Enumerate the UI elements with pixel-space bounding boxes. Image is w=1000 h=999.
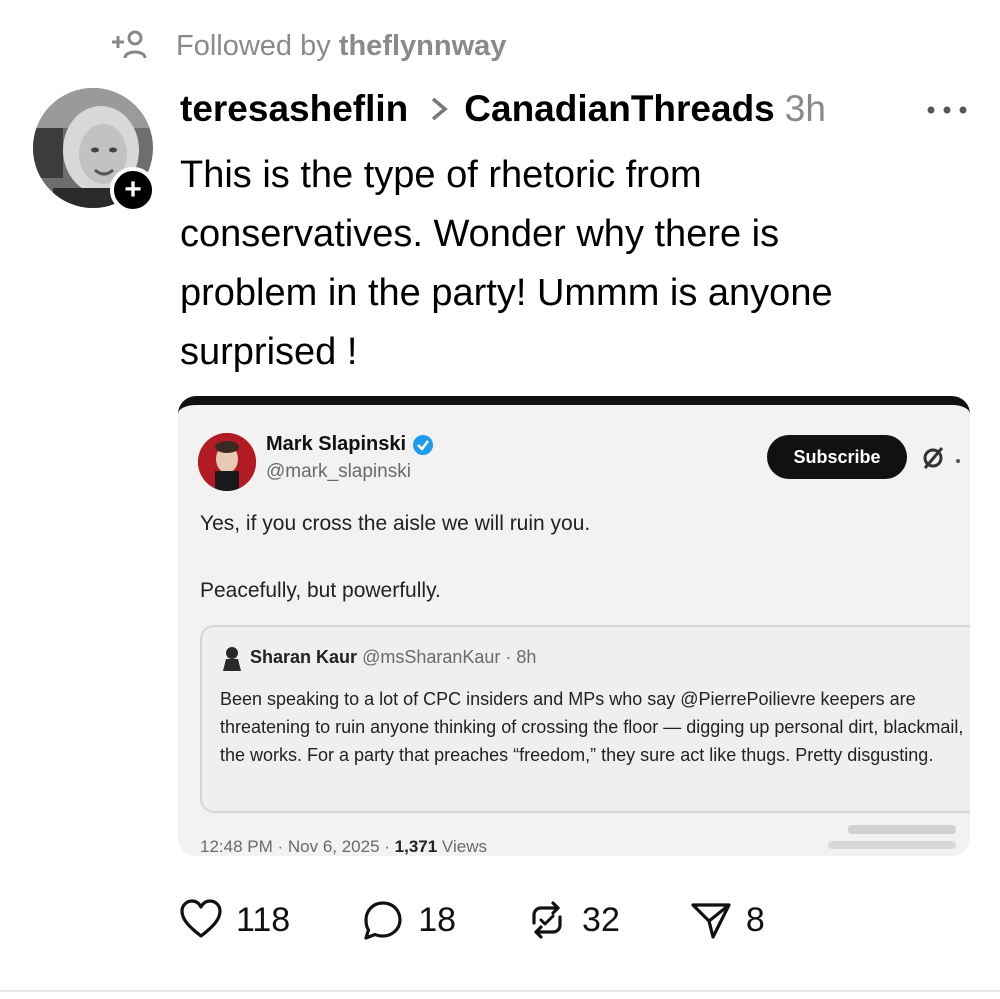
embed-time-text: 12:48 PM · Nov 6, 2025 · (200, 837, 395, 856)
embed-author-handle: @mark_slapinski (266, 461, 411, 482)
quote-author-name: Sharan Kaur (250, 647, 358, 667)
followed-by-user[interactable]: theflynnway (339, 30, 507, 63)
verified-icon (413, 434, 434, 455)
embedded-image[interactable]: Mark Slapinski @mark_slapinski Subscribe… (178, 396, 970, 856)
quote-author-meta: @msSharanKaur · 8h (362, 647, 537, 667)
post-community[interactable]: CanadianThreads (464, 88, 774, 130)
quote-text: Been speaking to a lot of CPC insiders a… (220, 689, 964, 765)
embed-text-line2: Peacefully, but powerfully. (200, 579, 441, 602)
share-icon (691, 903, 731, 939)
repost-button[interactable]: 32 (524, 897, 620, 943)
like-button[interactable]: 118 (178, 897, 290, 943)
repost-count: 32 (582, 900, 620, 939)
grok-icon (923, 447, 944, 469)
action-bar: 118 18 32 8 (178, 895, 765, 945)
more-icon[interactable] (922, 96, 972, 124)
reply-icon (364, 901, 402, 940)
quote-author-avatar (223, 647, 241, 671)
follow-plus-button[interactable]: + (110, 167, 156, 213)
heart-icon (180, 899, 222, 938)
embed-author-name: Mark Slapinski (266, 433, 407, 455)
embed-timestamp: 12:48 PM · Nov 6, 2025 · 1,371 Views (200, 837, 487, 856)
repost-icon (532, 901, 562, 939)
reply-count: 18 (418, 900, 457, 939)
watermark-image (828, 825, 956, 849)
like-count: 118 (236, 900, 291, 939)
follow-icon (112, 30, 147, 59)
followed-by-prefix: Followed by (176, 29, 331, 62)
post-time: 3h (784, 88, 826, 129)
embed-more-dot (956, 459, 960, 463)
post-header: teresasheflin CanadianThreads 3h (180, 84, 826, 134)
embed-views-count: 1,371 (394, 837, 438, 856)
embed-author-avatar (198, 433, 256, 491)
embed-text-line1: Yes, if you cross the aisle we will ruin… (200, 512, 591, 535)
followed-by-row: Followed by theflynnway (108, 26, 506, 66)
embed-views-label: Views (437, 837, 487, 856)
post-username[interactable]: teresasheflin (180, 88, 408, 130)
chevron-right-icon (432, 97, 449, 121)
post-text: This is the type of rhetoric from conser… (180, 154, 833, 373)
quote-header: Sharan Kaur @msSharanKaur · 8h (250, 647, 536, 668)
embed-author-name-row: Mark Slapinski (266, 433, 434, 456)
reply-button[interactable]: 18 (360, 897, 456, 943)
share-count: 8 (745, 900, 765, 939)
quoted-post: Sharan Kaur @msSharanKaur · 8h Been spea… (200, 625, 970, 813)
post-divider (0, 990, 1000, 992)
subscribe-button: Subscribe (767, 435, 907, 479)
share-button[interactable]: 8 (688, 897, 765, 943)
